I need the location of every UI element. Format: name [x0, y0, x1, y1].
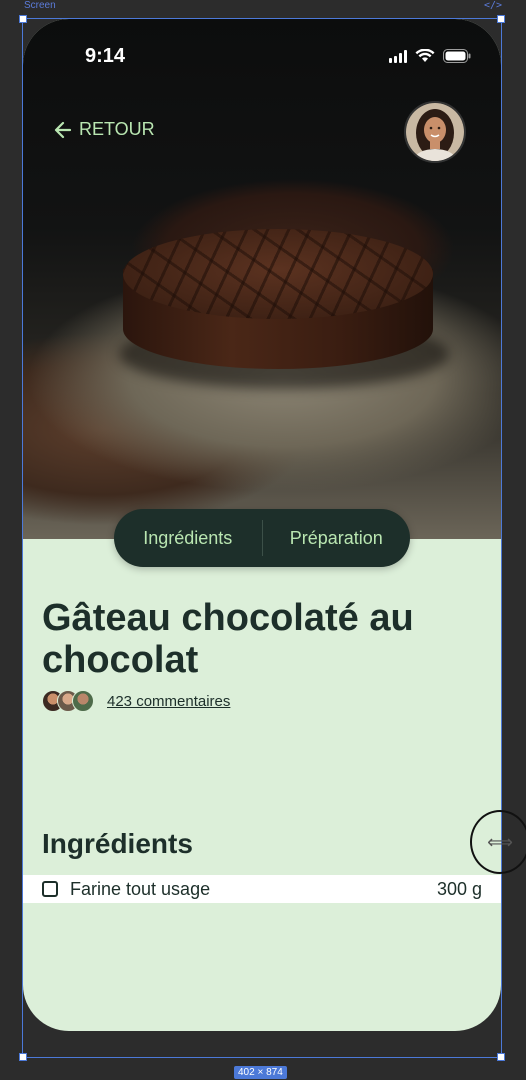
status-time: 9:14 [85, 45, 126, 67]
ingredient-checkbox[interactable] [42, 881, 58, 897]
back-label: RETOUR [79, 119, 155, 139]
back-button[interactable]: RETOUR [53, 119, 155, 140]
tab-switcher: Ingrédients Préparation [114, 509, 410, 567]
phone-screen: 9:14 RETOUR Ingrédients Préparation Gâte… [23, 19, 501, 1031]
ingredient-quantity: 300 g [436, 878, 482, 899]
comments-row: 423 commentaires [42, 690, 230, 712]
ingredient-row[interactable]: Farine tout usage 300 g [23, 875, 501, 903]
ingredient-name: Farine tout usage [70, 878, 211, 899]
frame-label[interactable]: Screen [24, 0, 56, 11]
wifi-icon [415, 49, 435, 62]
recipe-title: Gâteau chocolaté au chocolat [42, 597, 414, 681]
commenter-avatars [42, 690, 94, 712]
ingredients-heading: Ingrédients [42, 828, 193, 859]
hero-image [23, 19, 501, 539]
commenter-avatar [72, 690, 94, 712]
cellular-signal-icon [389, 49, 407, 63]
cake-top [123, 229, 433, 319]
tab-preparation[interactable]: Préparation [263, 528, 411, 549]
avatar-illustration [406, 103, 464, 161]
user-avatar[interactable] [404, 101, 466, 163]
tab-ingredients[interactable]: Ingrédients [114, 528, 262, 549]
resize-handle-bottom-right[interactable] [497, 1053, 505, 1061]
resize-cursor-icon: ⟺ [470, 810, 526, 874]
code-icon[interactable]: </> [484, 0, 502, 11]
battery-icon [443, 49, 471, 63]
resize-handle-top-left[interactable] [19, 15, 27, 23]
resize-handle-bottom-left[interactable] [19, 1053, 27, 1061]
comments-link[interactable]: 423 commentaires [107, 693, 230, 710]
resize-handle-top-right[interactable] [497, 15, 505, 23]
status-icons [389, 49, 471, 63]
size-badge: 402 × 874 [234, 1066, 287, 1079]
arrow-left-icon [54, 121, 72, 138]
